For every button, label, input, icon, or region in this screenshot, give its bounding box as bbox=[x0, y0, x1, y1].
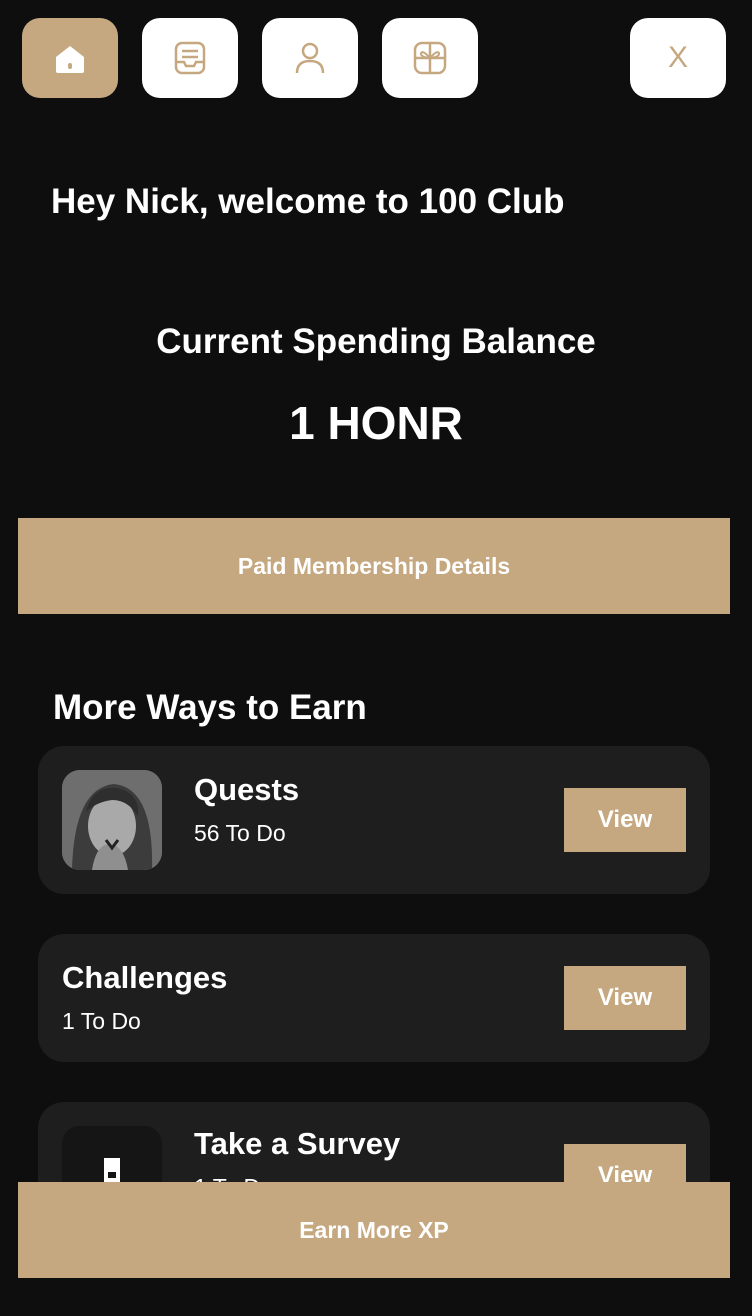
nav-inbox-button[interactable] bbox=[142, 18, 238, 98]
challenges-view-button[interactable]: View bbox=[564, 966, 686, 1030]
greeting-text: Hey Nick, welcome to 100 Club bbox=[51, 182, 565, 221]
nav-rewards-button[interactable] bbox=[382, 18, 478, 98]
user-icon bbox=[295, 42, 325, 74]
close-button[interactable]: X bbox=[630, 18, 726, 98]
quest-thumbnail bbox=[62, 770, 162, 870]
card-title: Quests bbox=[194, 772, 300, 807]
nav-home-button[interactable] bbox=[22, 18, 118, 98]
earn-card-quests: Quests 56 To Do View bbox=[38, 746, 710, 894]
card-subtitle: 56 To Do bbox=[194, 820, 286, 846]
gift-icon bbox=[413, 41, 447, 75]
quests-view-button[interactable]: View bbox=[564, 788, 686, 852]
home-icon bbox=[56, 46, 84, 73]
earn-section-title: More Ways to Earn bbox=[53, 688, 367, 727]
inbox-icon bbox=[174, 41, 206, 75]
nav-profile-button[interactable] bbox=[262, 18, 358, 98]
balance-label: Current Spending Balance bbox=[156, 322, 596, 361]
card-title: Challenges bbox=[62, 960, 228, 995]
card-title: Take a Survey bbox=[194, 1126, 401, 1161]
earn-card-challenges: Challenges 1 To Do View bbox=[38, 934, 710, 1062]
balance-value: 1 HONR bbox=[289, 397, 463, 449]
earn-more-xp-button[interactable]: Earn More XP bbox=[18, 1182, 730, 1278]
card-subtitle: 1 To Do bbox=[62, 1008, 141, 1034]
membership-details-button[interactable]: Paid Membership Details bbox=[18, 518, 730, 614]
portrait-photo-icon bbox=[62, 770, 162, 870]
